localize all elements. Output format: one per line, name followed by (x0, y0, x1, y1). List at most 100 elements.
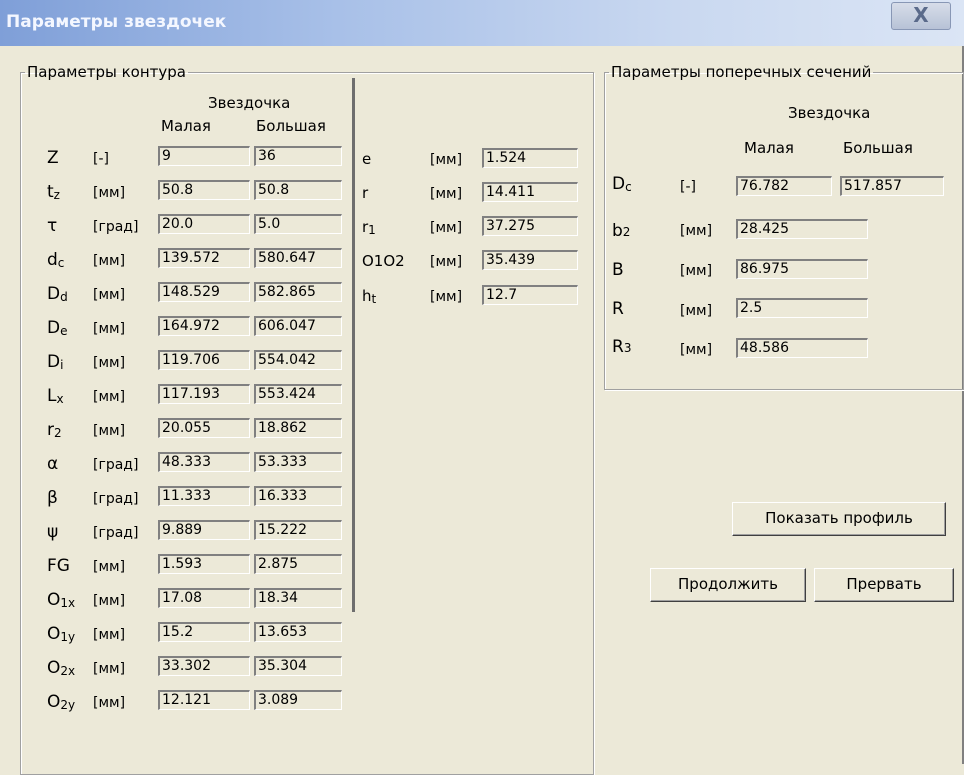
section-symbol-dc: Dc (612, 174, 632, 194)
contour-header-large: Большая (256, 117, 326, 135)
contour-large-field[interactable]: 582.865 (254, 282, 342, 302)
contour-small-field[interactable]: 11.333 (158, 486, 250, 506)
contour-unit: [мм] (93, 423, 126, 439)
contour-large-field[interactable]: 2.875 (254, 554, 342, 574)
contour-small-field[interactable]: 12.121 (158, 690, 250, 710)
contour-large-field[interactable]: 3.089 (254, 690, 342, 710)
contour-unit: [мм] (93, 287, 126, 303)
contour-small-field[interactable]: 139.572 (158, 248, 250, 268)
contour-small-field[interactable]: 50.8 (158, 180, 250, 200)
contour-small-field[interactable]: 33.302 (158, 656, 250, 676)
contour-large-field[interactable]: 15.222 (254, 520, 342, 540)
contour-small-field[interactable]: 9.889 (158, 520, 250, 540)
contour-unit: [мм] (93, 389, 126, 405)
contour-small-field[interactable]: 17.08 (158, 588, 250, 608)
abort-button[interactable]: Прервать (814, 568, 954, 602)
extra-field[interactable]: 14.411 (482, 182, 578, 202)
show-profile-button[interactable]: Показать профиль (732, 502, 946, 536)
window-title: Параметры звездочек (6, 12, 227, 32)
contour-symbol: dc (47, 250, 65, 270)
contour-symbol: τ (47, 216, 58, 236)
contour-small-field[interactable]: 1.593 (158, 554, 250, 574)
section-symbol-b: B (612, 260, 624, 280)
contour-unit: [мм] (93, 627, 126, 643)
close-button[interactable]: X (891, 2, 951, 30)
contour-unit: [-] (93, 151, 109, 167)
contour-unit: [град] (93, 457, 139, 473)
contour-small-field[interactable]: 48.333 (158, 452, 250, 472)
extra-unit: [мм] (430, 152, 463, 168)
dc-small-field[interactable]: 76.782 (736, 176, 832, 196)
section-unit-b2: [мм] (680, 223, 713, 239)
contour-symbol: Di (47, 352, 64, 372)
b2-field[interactable]: 28.425 (736, 219, 868, 239)
title-bar: Параметры звездочек X (0, 0, 964, 46)
section-unit-dc: [-] (680, 179, 696, 195)
contour-large-field[interactable]: 53.333 (254, 452, 342, 472)
contour-large-field[interactable]: 606.047 (254, 316, 342, 336)
extra-symbol: r (362, 184, 369, 202)
r-field[interactable]: 2.5 (736, 298, 868, 318)
section-group-legend: Параметры поперечных сечений (611, 63, 872, 81)
contour-small-field[interactable]: 20.0 (158, 214, 250, 234)
contour-large-field[interactable]: 36 (254, 146, 342, 166)
section-symbol-r: R (612, 299, 624, 319)
contour-small-field[interactable]: 117.193 (158, 384, 250, 404)
contour-large-field[interactable]: 16.333 (254, 486, 342, 506)
contour-symbol: α (47, 454, 59, 474)
extra-unit: [мм] (430, 220, 463, 236)
extra-unit: [мм] (430, 186, 463, 202)
extra-field[interactable]: 37.275 (482, 216, 578, 236)
contour-symbol: β (47, 488, 58, 508)
section-unit-r3: [мм] (680, 342, 713, 358)
section-unit-b: [мм] (680, 263, 713, 279)
b-field[interactable]: 86.975 (736, 259, 868, 279)
contour-large-field[interactable]: 18.34 (254, 588, 342, 608)
contour-header-group: Звездочка (208, 94, 291, 112)
contour-small-field[interactable]: 20.055 (158, 418, 250, 438)
contour-unit: [град] (93, 491, 139, 507)
dc-large-field[interactable]: 517.857 (840, 176, 944, 196)
extra-symbol: O1O2 (362, 252, 405, 270)
contour-small-field[interactable]: 15.2 (158, 622, 250, 642)
contour-group-legend: Параметры контура (27, 63, 186, 81)
contour-large-field[interactable]: 35.304 (254, 656, 342, 676)
contour-unit: [мм] (93, 185, 126, 201)
contour-large-field[interactable]: 5.0 (254, 214, 342, 234)
section-unit-r: [мм] (680, 303, 713, 319)
contour-header-small: Малая (161, 117, 211, 135)
contour-unit: [мм] (93, 593, 126, 609)
contour-large-field[interactable]: 50.8 (254, 180, 342, 200)
contour-large-field[interactable]: 580.647 (254, 248, 342, 268)
r3-field[interactable]: 48.586 (736, 338, 868, 358)
contour-unit: [мм] (93, 253, 126, 269)
contour-small-field[interactable]: 9 (158, 146, 250, 166)
contour-small-field[interactable]: 164.972 (158, 316, 250, 336)
section-header-group: Звездочка (788, 104, 871, 122)
extra-field[interactable]: 35.439 (482, 250, 578, 270)
contour-symbol: O2y (47, 692, 76, 712)
contour-unit: [мм] (93, 355, 126, 371)
contour-small-field[interactable]: 119.706 (158, 350, 250, 370)
contour-unit: [мм] (93, 559, 126, 575)
contour-unit: [мм] (93, 661, 126, 677)
contour-symbol: FG (47, 556, 70, 576)
contour-large-field[interactable]: 13.653 (254, 622, 342, 642)
extra-symbol: e (362, 150, 372, 168)
extra-symbol: ht (362, 287, 377, 306)
contour-symbol: O2x (47, 658, 76, 678)
extra-field[interactable]: 12.7 (482, 285, 578, 305)
contour-unit: [мм] (93, 321, 126, 337)
contour-divider (352, 78, 355, 612)
contour-large-field[interactable]: 554.042 (254, 350, 342, 370)
contour-small-field[interactable]: 148.529 (158, 282, 250, 302)
section-header-small: Малая (744, 139, 794, 157)
contour-large-field[interactable]: 553.424 (254, 384, 342, 404)
extra-unit: [мм] (430, 254, 463, 270)
contour-large-field[interactable]: 18.862 (254, 418, 342, 438)
extra-field[interactable]: 1.524 (482, 148, 578, 168)
contour-symbol: ψ (47, 522, 59, 542)
contour-symbol: Z (47, 148, 59, 168)
contour-symbol: O1y (47, 624, 76, 644)
continue-button[interactable]: Продолжить (650, 568, 806, 602)
